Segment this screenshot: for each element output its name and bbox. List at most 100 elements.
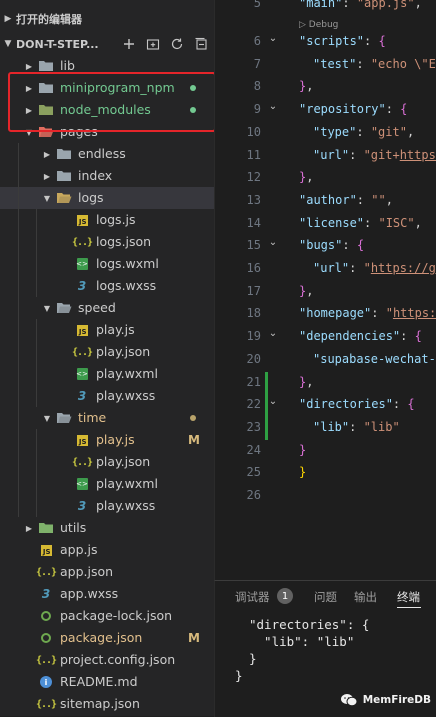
code-line: }, xyxy=(299,284,313,298)
fold-chevron-icon[interactable]: ⌄ xyxy=(267,396,279,407)
chevron-down-icon[interactable]: ▼ xyxy=(24,121,34,143)
tree-item-package-lock-json[interactable]: package-lock.json xyxy=(0,605,214,627)
code-token: "type" xyxy=(313,124,357,139)
tree-item-logs-js[interactable]: JS logs.js xyxy=(0,209,214,231)
code-token: "url" xyxy=(313,261,350,275)
fold-chevron-icon[interactable]: ⌄ xyxy=(267,328,279,339)
tree-item-play-wxss[interactable]: 3 play.wxss xyxy=(0,385,214,407)
tree-item-package-json[interactable]: package.json M xyxy=(0,627,214,649)
chevron-down-icon[interactable]: ▼ xyxy=(42,187,52,209)
tree-item-readme-md[interactable]: i README.md xyxy=(0,671,214,693)
tab-problems[interactable]: 问题 xyxy=(314,589,337,605)
new-folder-icon[interactable] xyxy=(146,37,160,51)
line-number: 23 xyxy=(246,419,261,434)
tree-item-endless[interactable]: ▶ endless xyxy=(0,143,214,165)
tree-item-label: logs.wxml xyxy=(96,256,159,271)
tree-item-utils[interactable]: ▶ utils xyxy=(0,517,214,539)
code-token: , xyxy=(414,0,422,10)
line-number: 19 xyxy=(246,329,261,344)
chevron-down-icon[interactable]: ▼ xyxy=(42,407,52,429)
collapse-all-icon[interactable] xyxy=(194,37,208,51)
debug-codelens[interactable]: ▷ Debug xyxy=(299,20,338,30)
project-header[interactable]: ▼ DON-T-STEP... xyxy=(0,33,214,55)
tree-item-label: play.js xyxy=(96,322,135,337)
fold-chevron-icon[interactable]: ⌄ xyxy=(267,101,279,112)
tree-item-sitemap-json[interactable]: {..} sitemap.json xyxy=(0,693,214,715)
code-line: }, xyxy=(299,79,313,93)
code-editor[interactable]: ▷ Debug 5 "main": "app.js", 6 ⌄ "scripts": {… xyxy=(214,0,436,580)
code-token: { xyxy=(407,397,415,412)
code-token: : xyxy=(364,34,379,48)
tab-debugger[interactable]: 调试器 xyxy=(235,589,270,605)
indent-guide xyxy=(36,385,37,407)
tree-item-play-wxml[interactable]: <> play.wxml xyxy=(0,473,214,495)
indent-guide xyxy=(18,385,19,407)
code-token: " xyxy=(385,306,393,321)
tree-item-label: logs.wxss xyxy=(96,278,157,293)
untracked-dot-icon xyxy=(190,107,196,113)
code-line: "dependencies": { xyxy=(299,329,422,343)
tree-item-node-modules[interactable]: ▶ node_modules xyxy=(0,99,214,121)
tree-item-label: index xyxy=(78,168,113,183)
tree-item-miniprogram-npm[interactable]: ▶ miniprogram_npm xyxy=(0,77,214,99)
code-token: "ISC" xyxy=(378,215,415,230)
chevron-right-icon[interactable]: ▶ xyxy=(24,77,34,99)
tree-item-app-js[interactable]: JS app.js xyxy=(0,539,214,561)
code-token: , xyxy=(306,283,314,298)
tree-item-label: pages xyxy=(60,124,98,139)
chevron-right-icon[interactable]: ▶ xyxy=(42,143,52,165)
new-file-icon[interactable] xyxy=(122,37,136,51)
open-editors-header[interactable]: ▶ 打开的编辑器 xyxy=(0,8,214,30)
line-number: 5 xyxy=(253,0,261,10)
chevron-right-icon[interactable]: ▶ xyxy=(24,517,34,539)
tree-item-label: endless xyxy=(78,146,126,161)
code-token: "author" xyxy=(299,192,357,207)
code-token: { xyxy=(378,34,386,48)
javascript-file-icon: JS xyxy=(38,539,54,561)
line-number: 18 xyxy=(246,306,261,321)
tab-output[interactable]: 输出 xyxy=(354,589,377,605)
chevron-right-icon[interactable]: ▶ xyxy=(24,99,34,121)
tree-item-logs[interactable]: ▼ logs xyxy=(0,187,214,209)
debugger-count-badge: 1 xyxy=(277,588,293,604)
tree-item-play-wxss[interactable]: 3 play.wxss xyxy=(0,495,214,517)
wechat-logo-icon xyxy=(340,694,358,707)
fold-chevron-icon[interactable]: ⌄ xyxy=(267,33,279,44)
tree-item-time[interactable]: ▼ time xyxy=(0,407,214,429)
code-token: } xyxy=(299,442,307,457)
tree-item-play-json[interactable]: {..} play.json xyxy=(0,341,214,363)
tree-item-label: play.wxss xyxy=(96,498,156,513)
tree-item-lib[interactable]: ▶ lib xyxy=(0,55,214,77)
tree-item-logs-json[interactable]: {..} logs.json xyxy=(0,231,214,253)
code-line: "repository": { xyxy=(299,102,407,116)
tab-terminal[interactable]: 终端 xyxy=(397,589,420,605)
indent-guide xyxy=(18,231,19,253)
tree-item-play-json[interactable]: {..} play.json xyxy=(0,451,214,473)
code-line: }, xyxy=(299,375,313,389)
chevron-right-icon[interactable]: ▶ xyxy=(24,55,34,77)
chevron-right-icon[interactable]: ▶ xyxy=(42,165,52,187)
tree-item-logs-wxml[interactable]: <> logs.wxml xyxy=(0,253,214,275)
terminal-line: "lib": "lib" xyxy=(249,634,355,649)
tree-item-index[interactable]: ▶ index xyxy=(0,165,214,187)
code-token: : xyxy=(356,192,372,207)
tree-item-app-wxss[interactable]: 3 app.wxss xyxy=(0,583,214,605)
chevron-down-icon[interactable]: ▼ xyxy=(42,297,52,319)
tree-item-play-wxml[interactable]: <> play.wxml xyxy=(0,363,214,385)
refresh-icon[interactable] xyxy=(170,37,184,51)
tree-item-project-config-json[interactable]: {..} project.config.json xyxy=(0,649,214,671)
npm-package-icon xyxy=(38,605,54,627)
code-token: "app.js" xyxy=(356,0,415,10)
tree-item-pages[interactable]: ▼ pages xyxy=(0,121,214,143)
wxss-file-icon: 3 xyxy=(41,587,51,601)
tree-item-logs-wxss[interactable]: 3 logs.wxss xyxy=(0,275,214,297)
indent-guide xyxy=(18,495,19,517)
tree-item-speed[interactable]: ▼ speed xyxy=(0,297,214,319)
fold-chevron-icon[interactable]: ⌄ xyxy=(267,237,279,248)
tree-item-play-js[interactable]: JS play.js xyxy=(0,319,214,341)
tree-item-play-js[interactable]: JS play.js M xyxy=(0,429,214,451)
tree-item-label: project.config.json xyxy=(60,652,176,667)
tree-item-app-json[interactable]: {..} app.json xyxy=(0,561,214,583)
tree-item-label: logs.json xyxy=(96,234,152,249)
tree-item-label: play.wxml xyxy=(96,476,158,491)
